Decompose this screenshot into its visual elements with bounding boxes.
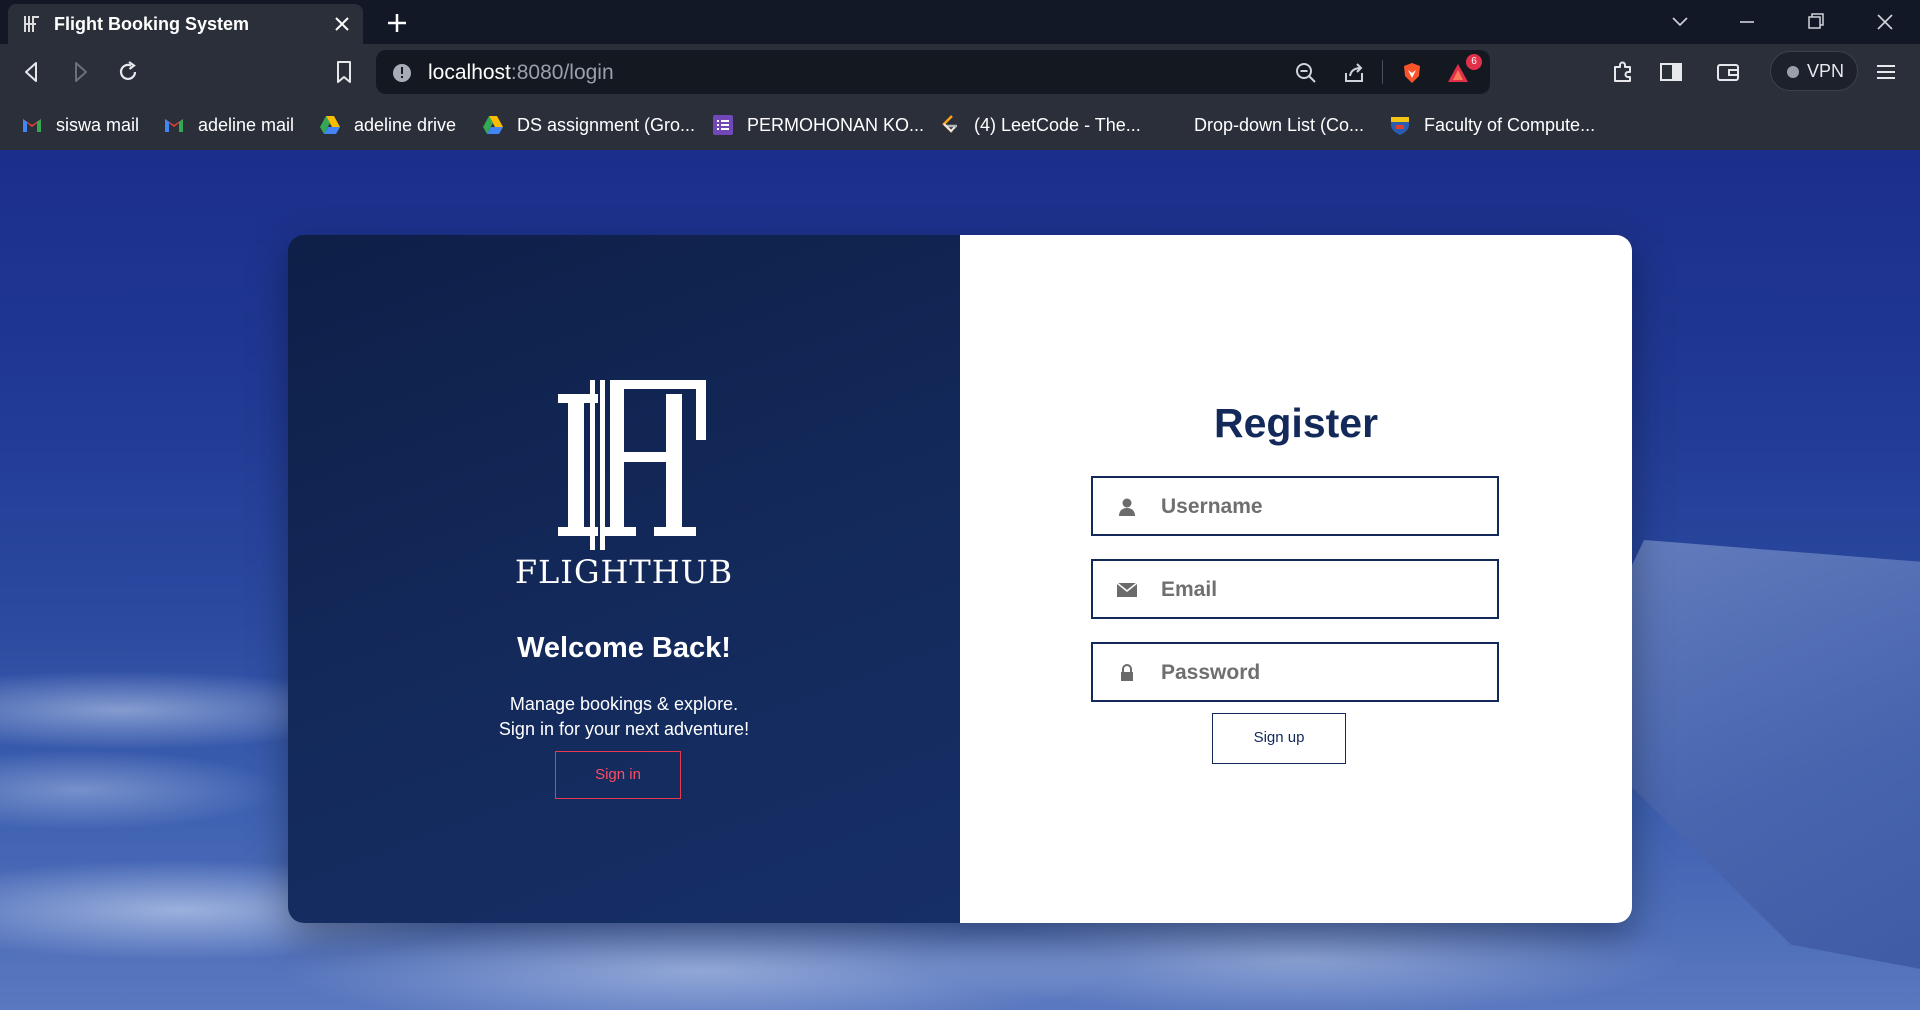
- vpn-status-icon: [1787, 66, 1799, 78]
- info-icon[interactable]: [392, 63, 412, 83]
- lock-icon: [1121, 664, 1133, 681]
- drive-icon: [483, 116, 503, 134]
- url-text[interactable]: localhost:8080/login: [428, 61, 614, 85]
- drive-icon: [320, 116, 340, 134]
- url-separator: [1382, 60, 1383, 84]
- bookmark-permohonan[interactable]: PERMOHONAN KO...: [711, 112, 924, 138]
- flighthub-favicon-icon: [24, 16, 39, 32]
- close-tab-icon[interactable]: [333, 15, 351, 33]
- password-input[interactable]: [1159, 644, 1483, 702]
- flighthub-logo-icon: [558, 380, 706, 550]
- envelope-icon: [1117, 582, 1137, 597]
- password-field[interactable]: [1091, 642, 1499, 702]
- bookmark-icon[interactable]: [330, 58, 358, 86]
- register-panel: Register Username Email Sign up: [960, 235, 1632, 923]
- brand-wordmark: FLIGHTHUB: [514, 553, 734, 591]
- gmail-icon: [165, 119, 183, 132]
- hamburger-menu-icon[interactable]: [1872, 58, 1900, 86]
- bookmark-adeline-drive[interactable]: adeline drive: [318, 112, 458, 138]
- bookmark-label: siswa mail: [56, 115, 140, 135]
- welcome-subtext-line: Manage bookings & explore.: [509, 694, 739, 714]
- bookmark-label: Faculty of Compute...: [1424, 115, 1596, 135]
- browser-tab[interactable]: Flight Booking System: [8, 4, 363, 44]
- welcome-subtext: Manage bookings & explore. Sign in for y…: [288, 692, 960, 742]
- notification-badge: 6: [1466, 54, 1482, 70]
- auth-card: FLIGHTHUB Welcome Back! Manage bookings …: [288, 235, 1632, 923]
- leetcode-icon: [942, 115, 957, 133]
- zoom-out-icon[interactable]: [1294, 61, 1318, 85]
- bookmark-label: PERMOHONAN KO...: [747, 115, 925, 135]
- bookmark-adeline-mail[interactable]: adeline mail: [162, 112, 297, 138]
- window-titlebar: Flight Booking System: [0, 0, 1920, 44]
- faculty-crest-icon: [1391, 117, 1409, 135]
- puzzle-icon[interactable]: [1609, 58, 1637, 86]
- brave-shield-icon[interactable]: [1400, 61, 1424, 85]
- bookmark-ds-assignment[interactable]: DS assignment (Gro...: [481, 112, 695, 138]
- bookmark-siswa-mail[interactable]: siswa mail: [20, 112, 140, 138]
- back-arrow-icon[interactable]: [18, 58, 46, 86]
- bookmark-label: adeline drive: [354, 115, 457, 135]
- close-window-icon[interactable]: [1873, 10, 1897, 34]
- user-icon: [1119, 498, 1135, 516]
- bookmark-label: (4) LeetCode - The...: [974, 115, 1141, 135]
- bookmark-label: Drop-down List (Co...: [1194, 115, 1365, 135]
- sign-up-button[interactable]: Sign up: [1212, 713, 1346, 764]
- bookmark-label: adeline mail: [198, 115, 295, 135]
- tab-list-chevron-icon[interactable]: [1668, 10, 1692, 34]
- forms-icon: [713, 115, 733, 135]
- welcome-subtext-line: Sign in for your next adventure!: [498, 719, 750, 739]
- username-field[interactable]: [1091, 476, 1499, 536]
- email-field[interactable]: [1091, 559, 1499, 619]
- share-icon[interactable]: [1342, 61, 1366, 85]
- welcome-heading: Welcome Back!: [517, 632, 731, 664]
- bookmarks-bar: siswa mail adeline mail adeline drive DS…: [0, 100, 1920, 150]
- email-input[interactable]: [1159, 561, 1483, 619]
- minimize-icon[interactable]: [1735, 10, 1759, 34]
- sign-in-button[interactable]: Sign in: [555, 751, 681, 799]
- address-bar[interactable]: localhost:8080/login 6: [376, 50, 1490, 94]
- wallet-icon[interactable]: [1714, 58, 1742, 86]
- bookmark-leetcode[interactable]: (4) LeetCode - The...: [938, 112, 1141, 138]
- vpn-label: VPN: [1807, 61, 1845, 81]
- browser-toolbar: localhost:8080/login 6 VPN: [0, 44, 1920, 100]
- tab-title: Flight Booking System: [54, 14, 250, 34]
- sidebar-icon[interactable]: [1657, 58, 1685, 86]
- restore-icon[interactable]: [1804, 10, 1828, 34]
- forward-arrow-icon[interactable]: [66, 58, 94, 86]
- login-page: FLIGHTHUB Welcome Back! Manage bookings …: [0, 150, 1920, 1010]
- bookmark-faculty[interactable]: Faculty of Compute...: [1388, 112, 1618, 138]
- new-tab-icon[interactable]: [386, 12, 408, 34]
- bookmark-dropdown-list[interactable]: Drop-down List (Co...: [1158, 112, 1364, 138]
- bookmark-label: DS assignment (Gro...: [517, 115, 696, 135]
- register-title: Register: [1213, 400, 1379, 446]
- vpn-button[interactable]: VPN: [1770, 51, 1858, 91]
- gmail-icon: [23, 119, 41, 132]
- welcome-panel: FLIGHTHUB Welcome Back! Manage bookings …: [288, 235, 960, 923]
- reload-icon[interactable]: [114, 58, 142, 86]
- username-input[interactable]: [1159, 478, 1483, 536]
